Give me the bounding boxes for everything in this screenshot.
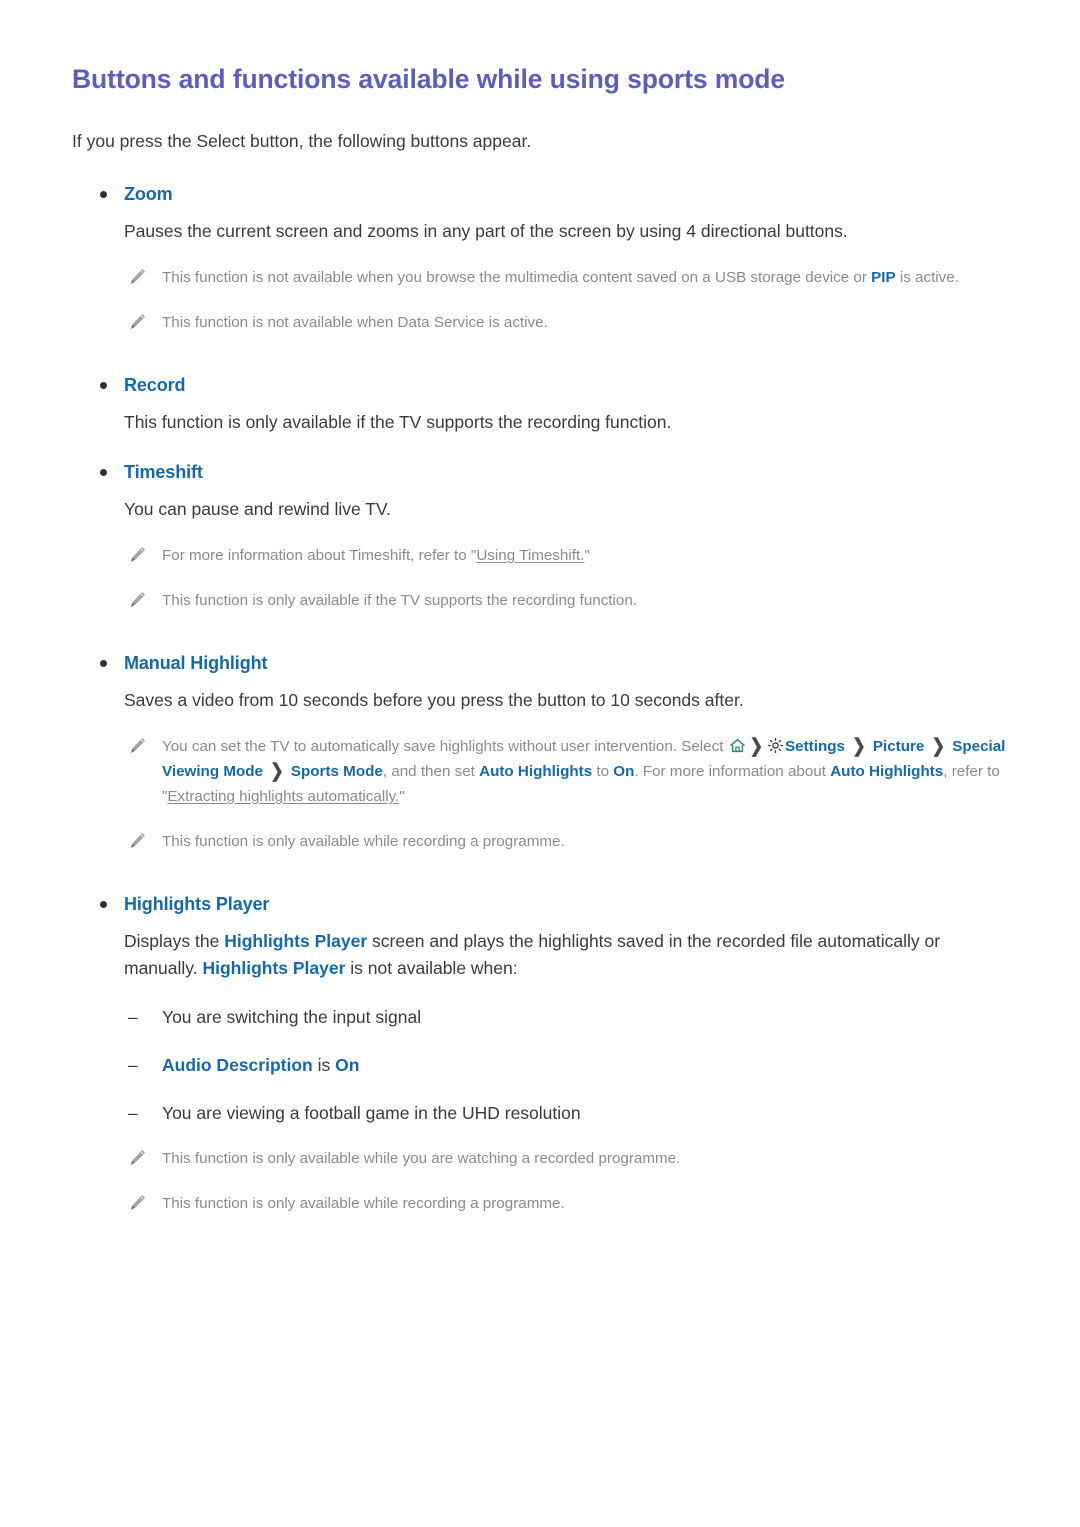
desc-part-1: Displays the (124, 931, 225, 951)
note-text: This function is not available when Data… (162, 314, 548, 331)
highlights-player-note-2: This function is only available while re… (72, 1191, 1008, 1216)
bullet-dot-icon (100, 382, 107, 389)
pencil-icon (128, 1194, 146, 1212)
pencil-icon (128, 268, 146, 286)
path-item-picture[interactable]: Picture (873, 738, 925, 755)
note-text-cont: is active. (895, 269, 959, 286)
section-label-record[interactable]: Record (124, 375, 186, 395)
dash-marker-icon: – (128, 1103, 138, 1123)
document-page: Buttons and functions available while us… (0, 0, 1080, 1527)
timeshift-note-2: This function is only available if the T… (72, 588, 1008, 613)
path-item-settings[interactable]: Settings (785, 738, 845, 755)
note-text-tail: . For more information about (634, 763, 831, 780)
dash-item-text: You are switching the input signal (162, 1007, 422, 1027)
note-text-quote: " (399, 788, 405, 805)
page-title: Buttons and functions available while us… (72, 64, 786, 94)
section-manual-highlight: Manual Highlight (72, 651, 1008, 675)
zoom-description: Pauses the current screen and zooms in a… (124, 221, 848, 241)
keyword-on[interactable]: On (335, 1055, 359, 1075)
manual-highlight-description: Saves a video from 10 seconds before you… (124, 690, 744, 710)
pencil-icon (128, 737, 146, 755)
section-record: Record (72, 373, 1008, 397)
section-label-manual-highlight[interactable]: Manual Highlight (124, 653, 267, 673)
section-label-timeshift[interactable]: Timeshift (124, 462, 203, 482)
bullet-dot-icon (100, 191, 107, 198)
record-description: This function is only available if the T… (124, 412, 672, 432)
chevron-right-icon: ❯ (270, 761, 284, 782)
note-keyword-pip[interactable]: PIP (871, 269, 895, 286)
path-item-sports-mode[interactable]: Sports Mode (291, 763, 383, 780)
section-zoom: Zoom (72, 182, 1008, 206)
zoom-note-1: This function is not available when you … (72, 265, 1008, 290)
keyword-highlights-player-2[interactable]: Highlights Player (202, 958, 345, 978)
timeshift-note-1: For more information about Timeshift, re… (72, 543, 1008, 568)
timeshift-description: You can pause and rewind live TV. (124, 499, 391, 519)
manual-highlight-note-2: This function is only available while re… (72, 829, 1008, 854)
dash-item-mid: is (312, 1055, 336, 1075)
intro-paragraph: If you press the Select button, the foll… (72, 131, 532, 151)
note-text: This function is not available when you … (162, 269, 872, 286)
section-label-highlights-player[interactable]: Highlights Player (124, 894, 269, 914)
pencil-icon (128, 591, 146, 609)
chevron-right-icon: ❯ (931, 736, 945, 757)
chevron-right-icon: ❯ (749, 736, 764, 757)
note-text: This function is only available while re… (162, 833, 565, 850)
cross-reference-link[interactable]: Using Timeshift. (476, 547, 584, 564)
pencil-icon (128, 546, 146, 564)
dash-marker-icon: – (128, 1055, 138, 1075)
keyword-on[interactable]: On (613, 763, 634, 780)
manual-highlight-path-note: You can set the TV to automatically save… (72, 734, 1008, 809)
gear-icon (767, 737, 784, 754)
note-text-cont: " (584, 547, 590, 564)
bullet-dot-icon (100, 901, 107, 908)
note-text: This function is only available while re… (162, 1195, 565, 1212)
dash-list-item-3: – You are viewing a football game in the… (72, 1100, 1008, 1126)
pencil-icon (128, 313, 146, 331)
note-text: This function is only available while yo… (162, 1150, 681, 1167)
home-icon (729, 737, 746, 754)
section-label-zoom[interactable]: Zoom (124, 184, 173, 204)
bullet-dot-icon (100, 469, 107, 476)
note-text-to: to (592, 763, 614, 780)
keyword-audio-description[interactable]: Audio Description (162, 1055, 313, 1075)
chevron-right-icon: ❯ (852, 736, 866, 757)
dash-list-item-1: – You are switching the input signal (72, 1004, 1008, 1030)
section-timeshift: Timeshift (72, 460, 1008, 484)
zoom-note-2: This function is not available when Data… (72, 310, 1008, 335)
dash-marker-icon: – (128, 1007, 138, 1027)
cross-reference-link[interactable]: Extracting highlights automatically. (167, 788, 399, 805)
keyword-auto-highlights-2[interactable]: Auto Highlights (830, 763, 943, 780)
keyword-auto-highlights[interactable]: Auto Highlights (479, 763, 592, 780)
pencil-icon (128, 832, 146, 850)
highlights-player-note-1: This function is only available while yo… (72, 1146, 1008, 1171)
section-highlights-player: Highlights Player (72, 892, 1008, 916)
bullet-dot-icon (100, 660, 107, 667)
pencil-icon (128, 1149, 146, 1167)
dash-list-item-2: – Audio Description is On (72, 1052, 1008, 1078)
note-text: For more information about Timeshift, re… (162, 547, 477, 564)
highlights-player-description: Displays the Highlights Player screen an… (72, 928, 1004, 982)
keyword-highlights-player-1[interactable]: Highlights Player (224, 931, 367, 951)
dash-item-text: You are viewing a football game in the U… (162, 1103, 581, 1123)
note-text: This function is only available if the T… (162, 592, 638, 609)
note-text-mid: , and then set (382, 763, 480, 780)
note-text: You can set the TV to automatically save… (162, 738, 728, 755)
desc-part-3: is not available when: (345, 958, 518, 978)
